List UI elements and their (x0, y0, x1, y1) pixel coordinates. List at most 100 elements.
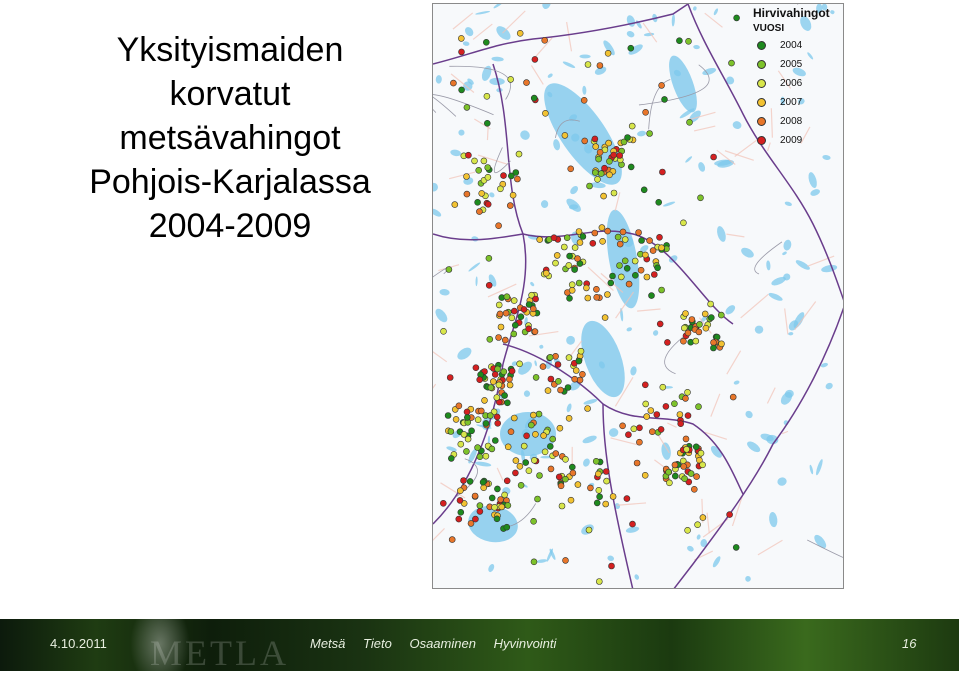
damage-point (550, 234, 558, 241)
damage-point (697, 194, 704, 202)
damage-point (636, 424, 643, 432)
damage-point (699, 461, 706, 469)
road (724, 150, 754, 161)
damage-point (544, 387, 552, 394)
slide-footer: 4.10.2011 METLA Metsä Tieto Osaaminen Hy… (0, 619, 959, 671)
lake (566, 198, 581, 212)
road (667, 422, 677, 428)
damage-point (680, 463, 687, 470)
damage-point (682, 395, 689, 402)
damage-point (516, 360, 523, 368)
damage-point (552, 259, 559, 267)
damage-point (541, 36, 548, 44)
lake (475, 10, 491, 15)
title-line: korvatut (169, 75, 291, 113)
damage-point (601, 314, 609, 321)
damage-point (579, 233, 587, 240)
damage-point (642, 109, 649, 116)
damage-point (568, 281, 576, 289)
damage-point (710, 153, 717, 161)
lake (488, 563, 495, 573)
lake (491, 56, 504, 62)
lake (669, 55, 697, 113)
damage-point (500, 368, 508, 376)
damage-point (465, 151, 472, 159)
damage-point (531, 56, 539, 63)
damage-point (635, 229, 642, 236)
damage-point (530, 517, 537, 525)
damage-point (729, 393, 737, 401)
damage-point (483, 93, 491, 100)
damage-point (494, 485, 501, 493)
legend-swatch (757, 136, 766, 145)
road (693, 125, 716, 132)
damage-point (623, 264, 631, 272)
damage-point (480, 157, 488, 165)
damage-point (502, 336, 509, 344)
damage-point (476, 208, 483, 215)
damage-point (558, 502, 566, 510)
damage-point (586, 182, 593, 190)
damage-point (508, 314, 516, 322)
damage-point (553, 252, 561, 259)
damage-point (536, 236, 543, 243)
damage-point (599, 238, 606, 245)
damage-point (593, 499, 601, 507)
damage-point (481, 397, 488, 404)
damage-point (471, 492, 479, 500)
damage-point (485, 255, 493, 262)
legend-item-2009: 2009 (753, 131, 843, 150)
lake (825, 382, 833, 390)
damage-point (671, 400, 678, 408)
lake (539, 344, 544, 349)
road (452, 12, 474, 30)
damage-point (463, 408, 471, 416)
damage-map: Hirvivahingot VUOSI 2004 2005 2006 2007 2008… (432, 3, 844, 589)
damage-point (707, 314, 715, 321)
lake (566, 403, 572, 413)
lake (562, 61, 576, 69)
legend-swatch (757, 79, 766, 88)
damage-point (676, 37, 683, 45)
damage-point (581, 137, 588, 145)
damage-point (452, 416, 460, 423)
damage-point (440, 327, 447, 335)
damage-point (491, 437, 499, 444)
legend-item-2008: 2008 (753, 112, 843, 131)
slide-title: Yksityismaiden korvatut metsävahingot Po… (60, 28, 400, 248)
lake (493, 4, 505, 9)
road (704, 12, 723, 28)
lake (717, 226, 726, 242)
lake (542, 4, 551, 9)
damage-point (579, 370, 586, 378)
legend-swatch (757, 41, 766, 50)
damage-point (568, 286, 576, 294)
damage-point (666, 479, 673, 487)
title-line: Yksityismaiden (116, 31, 344, 69)
damage-point (487, 384, 495, 391)
lake (534, 360, 537, 367)
damage-point (494, 365, 501, 373)
damage-point (484, 201, 492, 208)
damage-point (495, 334, 502, 341)
damage-point (602, 468, 610, 475)
damage-point (649, 428, 656, 436)
damage-point (682, 435, 690, 443)
damage-point (576, 376, 584, 384)
damage-point (685, 37, 692, 45)
damage-point (646, 237, 653, 244)
damage-point (571, 266, 578, 273)
damage-point (661, 96, 668, 103)
damage-point (497, 323, 505, 331)
damage-point (624, 134, 631, 141)
damage-point (575, 357, 583, 365)
damage-point (493, 413, 501, 421)
damage-point (566, 294, 573, 302)
road (637, 308, 661, 312)
damage-point (455, 515, 463, 523)
damage-point (608, 562, 615, 570)
damage-point (506, 381, 514, 389)
lake (579, 54, 591, 59)
damage-point (555, 473, 563, 481)
damage-point (534, 495, 541, 503)
